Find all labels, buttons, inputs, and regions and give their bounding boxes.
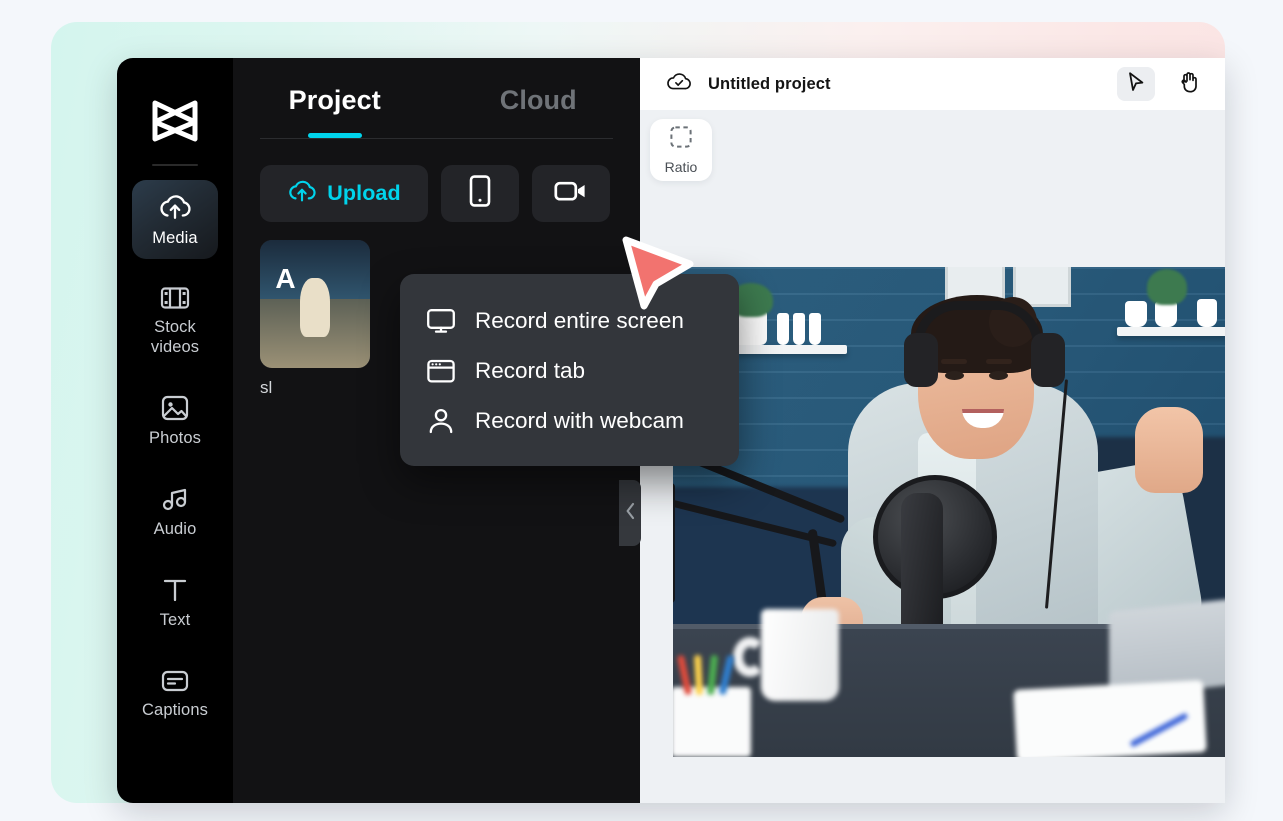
select-tool-button[interactable] (1117, 67, 1155, 101)
preview-person-eye (945, 371, 964, 380)
sidebar-item-label: Stock videos (150, 318, 200, 356)
crop-dashed-icon (669, 125, 693, 154)
captions-icon (160, 668, 190, 694)
ratio-button-label: Ratio (664, 159, 698, 175)
text-t-icon (160, 576, 190, 604)
sidebar-item-label: Audio (153, 520, 197, 539)
hand-icon (1179, 70, 1201, 99)
menu-item-record-tab[interactable]: Record tab (400, 346, 739, 396)
film-strip-icon (160, 285, 190, 311)
person-icon (426, 407, 456, 435)
cloud-upload-icon (287, 178, 317, 209)
thumbnail-label: A (275, 263, 296, 295)
tab-label: Cloud (499, 85, 577, 115)
upload-button-label: Upload (327, 181, 401, 205)
screenshot-stage: Media Stock videos Photos Audio Text Cap… (0, 0, 1283, 821)
upload-toolbar: Upload (233, 139, 640, 222)
sidebar-item-label: Text (159, 611, 191, 630)
capcut-editor-window: Media Stock videos Photos Audio Text Cap… (117, 58, 1225, 803)
image-icon (160, 394, 190, 422)
left-icon-rail: Media Stock videos Photos Audio Text Cap… (117, 58, 233, 803)
sidebar-item-text[interactable]: Text (132, 564, 218, 641)
media-item[interactable]: A sl (260, 240, 370, 398)
import-from-phone-button[interactable] (441, 165, 519, 222)
capcut-logo-icon (150, 98, 200, 144)
media-thumbnail: A (260, 240, 370, 368)
phone-icon (469, 175, 491, 212)
preview-plant (1147, 269, 1187, 305)
video-camera-icon (554, 179, 588, 208)
music-notes-icon (160, 485, 190, 513)
menu-item-record-with-webcam[interactable]: Record with webcam (400, 396, 739, 446)
media-panel: Project Cloud Upload A sl Record entire … (233, 58, 739, 803)
media-item-caption: sl (260, 378, 273, 397)
pan-tool-button[interactable] (1171, 67, 1209, 101)
video-preview[interactable] (673, 267, 1225, 757)
menu-item-label: Record entire screen (475, 308, 684, 333)
active-tab-underline (307, 133, 362, 138)
app-logo[interactable] (117, 84, 233, 144)
preview-cup (1125, 301, 1147, 327)
collapse-panel-handle[interactable] (619, 480, 641, 546)
sidebar-item-label: Media (152, 229, 198, 247)
tab-label: Project (288, 85, 381, 115)
preview-person-eyebrow (941, 359, 967, 364)
media-panel-tabs: Project Cloud (233, 58, 640, 138)
record-dropdown-menu: Record entire screen Record tab Record w… (400, 274, 739, 466)
tab-project[interactable]: Project (233, 85, 437, 138)
preview-boom-post (673, 483, 675, 603)
menu-item-label: Record with webcam (475, 408, 684, 433)
preview-pen-holder (673, 687, 751, 757)
sidebar-item-label: Captions (142, 700, 208, 719)
preview-cup (777, 313, 789, 345)
menu-item-record-entire-screen[interactable]: Record entire screen (400, 296, 739, 346)
page-title[interactable]: Untitled project (708, 75, 831, 94)
preview-person-hand-right (1135, 407, 1203, 493)
preview-cup (793, 313, 805, 345)
preview-headphones-earcup (904, 333, 938, 387)
cloud-check-icon[interactable] (666, 71, 692, 98)
tab-cloud[interactable]: Cloud (437, 85, 641, 138)
preview-cup (1197, 299, 1217, 327)
ratio-button[interactable]: Ratio (650, 119, 712, 181)
cloud-upload-icon (158, 192, 192, 222)
sidebar-item-stock-videos[interactable]: Stock videos (132, 273, 218, 368)
preview-microphone (901, 493, 943, 641)
sidebar-item-audio[interactable]: Audio (132, 473, 218, 550)
sidebar-item-label: Photos (149, 428, 201, 447)
sidebar-item-media[interactable]: Media (132, 180, 218, 260)
sidebar-item-photos[interactable]: Photos (132, 382, 218, 459)
record-button[interactable] (532, 165, 610, 222)
thumbnail-artwork: A (260, 240, 370, 368)
preview-person-eyebrow (986, 359, 1012, 364)
preview-headphones-earcup (1031, 333, 1065, 387)
preview-cup (809, 313, 821, 345)
upload-button[interactable]: Upload (260, 165, 428, 222)
chevron-left-icon (625, 502, 636, 525)
menu-item-label: Record tab (475, 358, 586, 383)
browser-window-icon (426, 357, 456, 385)
monitor-icon (426, 307, 456, 335)
cursor-arrow-icon (1126, 71, 1146, 98)
preview-shelf (1117, 327, 1225, 336)
sidebar-item-captions[interactable]: Captions (132, 656, 218, 731)
rail-divider (152, 164, 198, 166)
preview-mug (761, 609, 839, 701)
editor-topbar: Untitled project (640, 58, 1225, 110)
preview-person-eye (989, 371, 1008, 380)
